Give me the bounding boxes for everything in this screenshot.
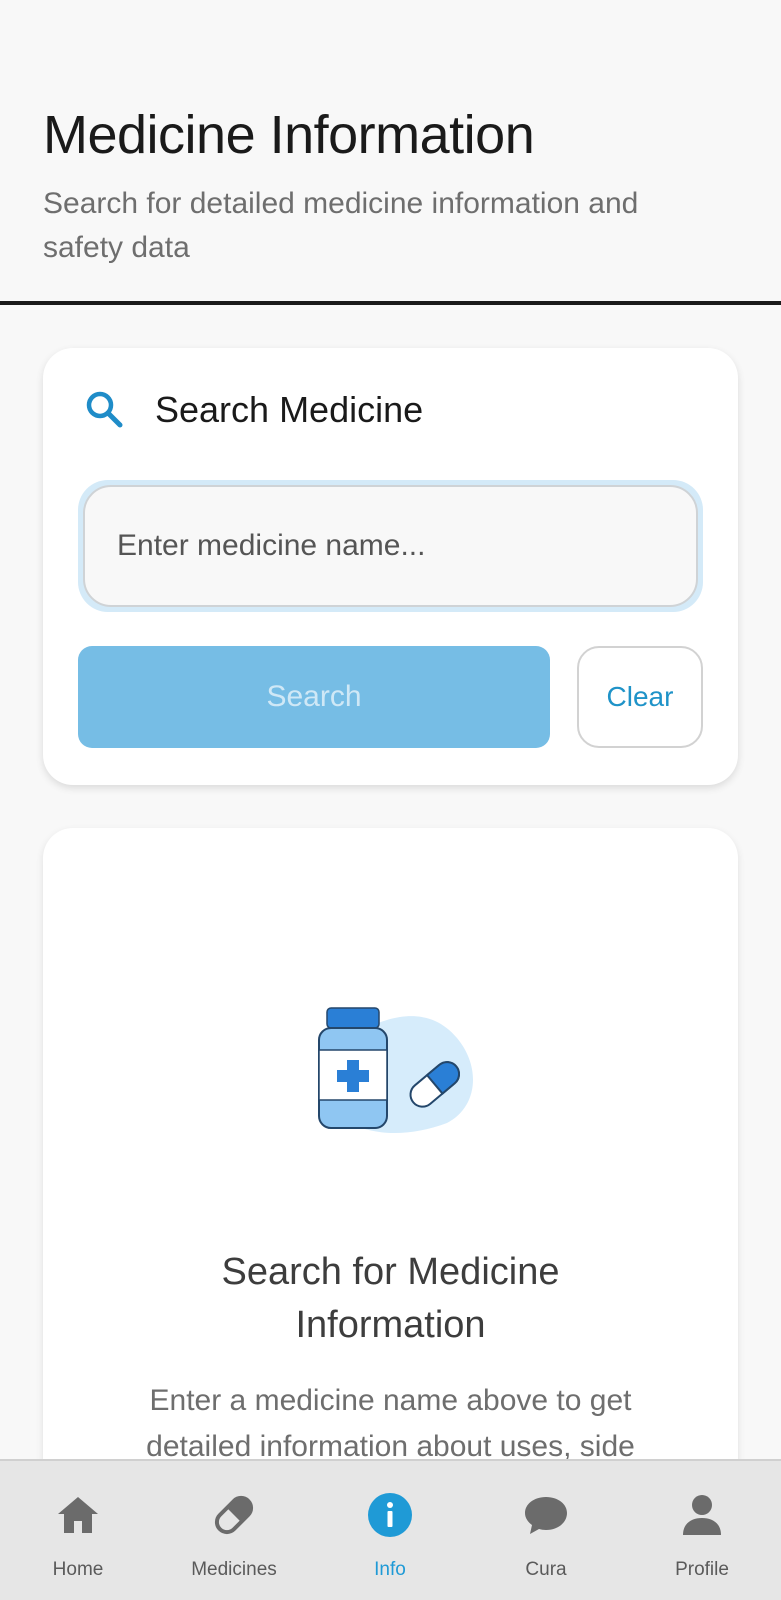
search-card: Search Medicine Search Clear: [43, 348, 738, 785]
page-subtitle: Search for detailed medicine information…: [43, 187, 639, 264]
nav-item-cura[interactable]: Cura: [468, 1461, 624, 1600]
nav-label-info: Info: [374, 1559, 406, 1580]
info-icon: [366, 1491, 414, 1539]
search-icon: [83, 388, 127, 432]
nav-label-profile: Profile: [675, 1559, 729, 1580]
nav-item-info[interactable]: Info: [312, 1461, 468, 1600]
pill-icon: [210, 1491, 258, 1539]
nav-item-home[interactable]: Home: [0, 1461, 156, 1600]
search-card-title: Search Medicine: [155, 389, 424, 430]
bottom-nav: Home Medicines Info Cura Profile: [0, 1459, 781, 1600]
nav-item-profile[interactable]: Profile: [624, 1461, 780, 1600]
nav-item-medicines[interactable]: Medicines: [156, 1461, 312, 1600]
nav-label-home: Home: [52, 1559, 104, 1580]
clear-button[interactable]: Clear: [577, 646, 703, 748]
chat-bubble-icon: [522, 1491, 570, 1539]
nav-label-medicines: Medicines: [191, 1559, 277, 1580]
page-header: Medicine Information Search for detailed…: [0, 0, 781, 305]
search-button[interactable]: Search: [78, 646, 550, 748]
empty-state-title: Search for Medicine Information: [221, 1251, 560, 1346]
medicine-search-input[interactable]: [83, 485, 698, 607]
person-icon: [678, 1491, 726, 1539]
medicine-bottle-pill-illustration: [297, 988, 487, 1138]
nav-label-cura: Cura: [525, 1559, 567, 1580]
home-icon: [54, 1491, 102, 1539]
empty-state-description: Enter a medicine name above to get detai…: [146, 1384, 635, 1463]
page-title: Medicine Information: [43, 105, 535, 165]
